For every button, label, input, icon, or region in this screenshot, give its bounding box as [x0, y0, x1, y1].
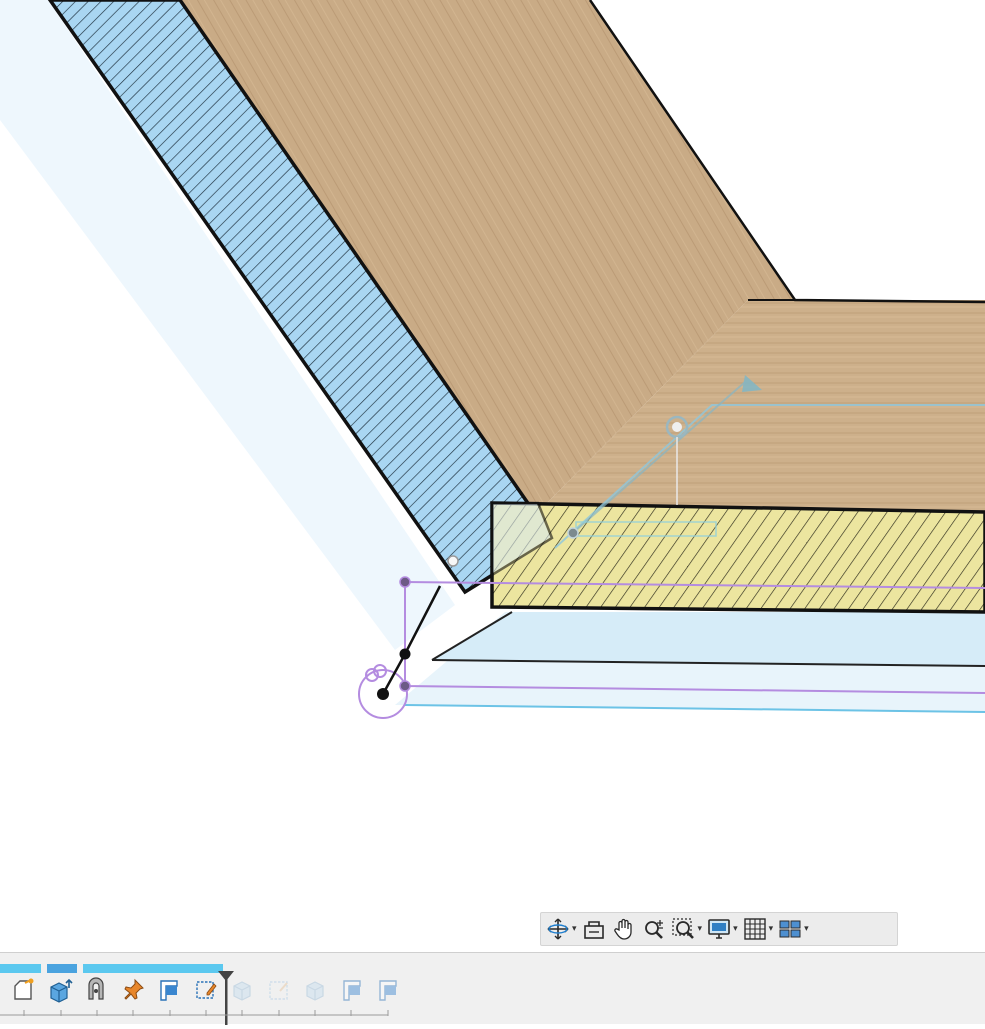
zoom-window-icon: [671, 916, 697, 942]
dropdown-caret-icon[interactable]: ▾: [804, 924, 809, 934]
zoom-window-button[interactable]: ▾: [671, 915, 703, 943]
construction-plane-icon: [156, 977, 184, 1003]
navigation-toolbar: ▾ ▾ ▾ ▾ ▾: [540, 912, 898, 946]
pan-hand-icon: [611, 916, 637, 942]
display-settings-icon: [706, 916, 732, 942]
orbit-icon: [545, 916, 571, 942]
sketch-point-mid[interactable]: [399, 648, 411, 660]
timeline-selected-bar: [47, 964, 77, 973]
look-at-button[interactable]: [581, 915, 607, 943]
sketch-point-purple-bottom[interactable]: [399, 680, 411, 692]
timeline-item-construction-plane[interactable]: [156, 977, 184, 1007]
joint-icon: [83, 977, 111, 1003]
timeline-item-construction-plane[interactable]: [339, 977, 367, 1007]
display-settings-button[interactable]: ▾: [706, 915, 738, 943]
timeline-group-bar-2: [83, 964, 223, 973]
timeline-ruler: [0, 1010, 389, 1016]
pin-icon: [120, 977, 148, 1003]
sketch-point-purple-top[interactable]: [399, 576, 411, 588]
sketch-dashed-icon: [266, 977, 294, 1003]
body-icon: [302, 977, 330, 1003]
section-yellow-hatch: [490, 501, 985, 614]
dropdown-caret-icon[interactable]: ▾: [572, 924, 577, 934]
timeline-item-sketch-dashed[interactable]: [266, 977, 294, 1007]
orbit-button[interactable]: ▾: [545, 915, 577, 943]
timeline-item-extrude[interactable]: [47, 977, 75, 1007]
grid-icon: [742, 916, 768, 942]
ghost-panel-bottom-inner: [432, 612, 985, 665]
dropdown-caret-icon[interactable]: ▾: [769, 924, 774, 934]
canvas-viewport[interactable]: [0, 0, 985, 952]
sketch-point-grey[interactable]: [567, 527, 579, 539]
timeline-item-construction-plane[interactable]: [375, 977, 403, 1007]
timeline-item-joint[interactable]: [83, 977, 111, 1007]
grid-button[interactable]: ▾: [742, 915, 774, 943]
viewports-icon: [777, 916, 803, 942]
dropdown-caret-icon[interactable]: ▾: [733, 924, 738, 934]
zoom-icon: [641, 916, 667, 942]
timeline-item-pin[interactable]: [120, 977, 148, 1007]
extrude-icon: [47, 977, 75, 1003]
viewports-button[interactable]: ▾: [777, 915, 809, 943]
pan-hand-button[interactable]: [611, 915, 637, 943]
timeline-item-body[interactable]: [302, 977, 330, 1007]
look-at-icon: [581, 916, 607, 942]
zoom-button[interactable]: [641, 915, 667, 943]
dropdown-caret-icon[interactable]: ▾: [698, 924, 703, 934]
construction-plane-icon: [339, 977, 367, 1003]
construction-plane-icon: [375, 977, 403, 1003]
manipulator-center[interactable]: [672, 422, 682, 432]
sketch-icon: [10, 977, 38, 1003]
timeline-group-bar: [0, 964, 41, 973]
model-view[interactable]: [0, 0, 985, 952]
sketch-point-end[interactable]: [377, 688, 389, 700]
sketch-point-white[interactable]: [447, 555, 459, 567]
timeline-item-sketch[interactable]: [10, 977, 38, 1007]
